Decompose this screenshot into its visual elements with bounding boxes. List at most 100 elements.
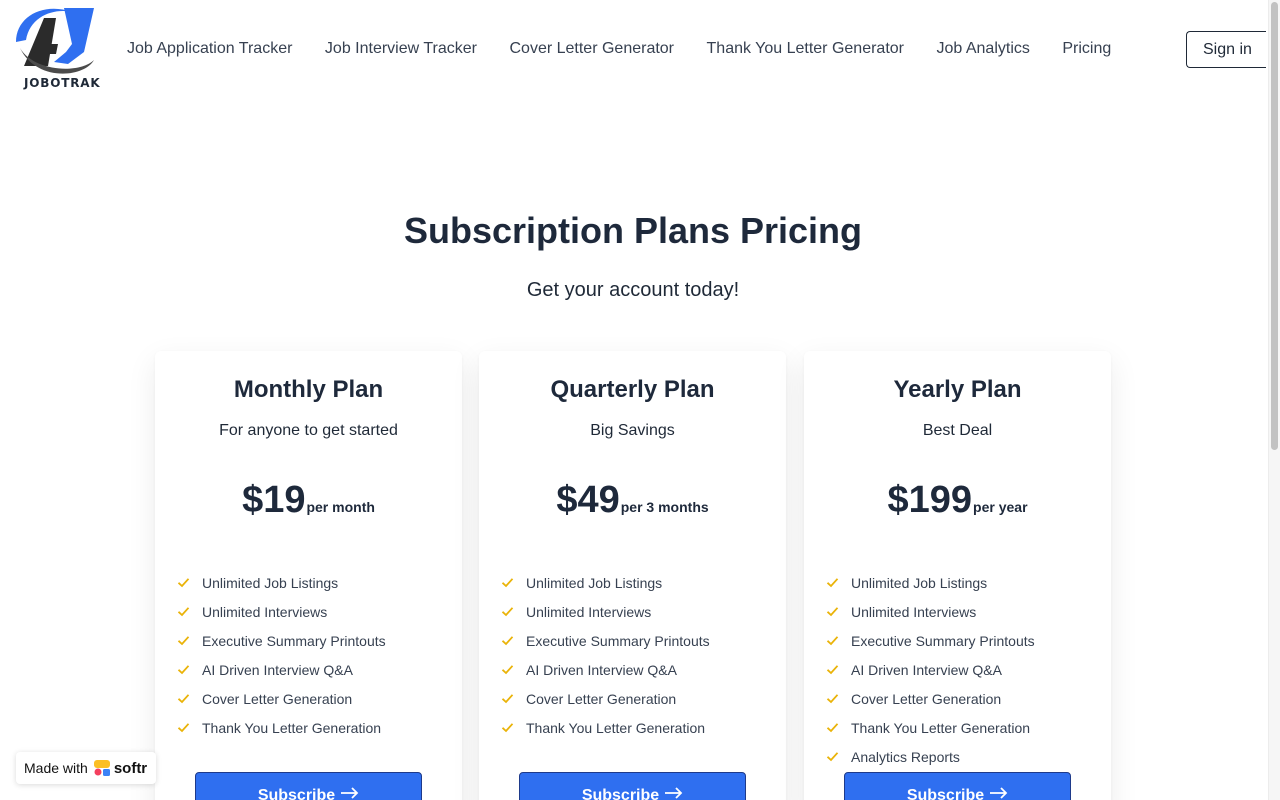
feature-label: Cover Letter Generation [526,690,677,707]
feature-item: Executive Summary Printouts [501,626,710,655]
plan-price: $49per 3 months [479,479,786,522]
subscribe-button-yearly[interactable]: Subscribe [844,772,1071,800]
subscribe-button-monthly[interactable]: Subscribe [195,772,422,800]
feature-label: Thank You Letter Generation [526,719,706,736]
subscribe-button-quarterly[interactable]: Subscribe [519,772,746,800]
check-icon [826,578,839,588]
feature-label: Unlimited Job Listings [851,574,988,591]
feature-label: Cover Letter Generation [851,690,1002,707]
check-icon [177,694,190,704]
feature-label: Unlimited Interviews [526,603,652,620]
check-icon [177,723,190,733]
check-icon [501,723,514,733]
price-period: per 3 months [620,499,709,515]
scrollbar-thumb[interactable] [1271,2,1278,450]
feature-label: AI Driven Interview Q&A [526,661,677,678]
badge-brand: softr [113,759,148,777]
nav-job-interview-tracker[interactable]: Job Interview Tracker [325,38,477,60]
feature-list: Unlimited Job Listings Unlimited Intervi… [501,568,710,742]
feature-item: Unlimited Job Listings [501,568,710,597]
check-icon [826,665,839,675]
page-subtitle: Get your account today! [526,279,740,301]
feature-item: Executive Summary Printouts [826,626,1035,655]
check-icon [826,694,839,704]
check-icon [826,752,839,762]
feature-item: Analytics Reports [826,742,1035,771]
check-icon [177,636,190,646]
price-amount: $199 [887,479,973,521]
check-icon [826,636,839,646]
feature-item: Unlimited Job Listings [177,568,386,597]
feature-item: Executive Summary Printouts [177,626,386,655]
arrow-right-icon [341,787,359,799]
subscribe-label: Subscribe [581,787,660,800]
check-icon [177,578,190,588]
feature-item: Thank You Letter Generation [177,713,386,742]
price-amount: $49 [556,479,620,521]
price-amount: $19 [242,479,306,521]
feature-item: Thank You Letter Generation [501,713,710,742]
feature-label: Cover Letter Generation [202,690,353,707]
plan-title: Monthly Plan [233,376,384,403]
plan-subtitle: For anyone to get started [219,422,398,439]
check-icon [177,607,190,617]
plan-card-quarterly: Quarterly Plan Big Savings $49per 3 mont… [479,351,786,800]
feature-label: Unlimited Interviews [202,603,328,620]
feature-item: Unlimited Interviews [826,597,1035,626]
feature-label: Thank You Letter Generation [202,719,382,736]
page-title: Subscription Plans Pricing [403,210,863,251]
nav-cover-letter-generator[interactable]: Cover Letter Generator [509,38,674,60]
feature-item: Unlimited Interviews [177,597,386,626]
feature-label: Analytics Reports [851,748,960,765]
nav-job-application-tracker[interactable]: Job Application Tracker [127,38,292,60]
check-icon [501,578,514,588]
price-period: per month [306,499,375,515]
sign-in-button[interactable]: Sign in [1186,31,1266,68]
feature-label: Executive Summary Printouts [202,632,386,649]
main-nav: Job Application Tracker Job Interview Tr… [127,38,1144,60]
price-period: per year [973,499,1028,515]
feature-label: Executive Summary Printouts [851,632,1035,649]
page-scrollbar[interactable] [1268,0,1280,800]
nav-thank-you-letter-generator[interactable]: Thank You Letter Generator [707,38,904,60]
feature-item: Cover Letter Generation [501,684,710,713]
badge-made-with: Made with [24,760,88,776]
jobotrak-logo-icon [16,8,94,74]
arrow-right-icon [990,787,1008,799]
feature-label: Thank You Letter Generation [851,719,1031,736]
feature-item: AI Driven Interview Q&A [826,655,1035,684]
nav-job-analytics[interactable]: Job Analytics [936,38,1029,60]
check-icon [501,607,514,617]
arrow-right-icon [665,787,683,799]
subscribe-label: Subscribe [257,787,336,800]
plan-subtitle: Big Savings [590,422,675,439]
feature-list: Unlimited Job Listings Unlimited Intervi… [826,568,1035,771]
feature-item: AI Driven Interview Q&A [501,655,710,684]
check-icon [501,636,514,646]
feature-item: Cover Letter Generation [177,684,386,713]
brand-logo[interactable]: JOBOTRAK [14,4,100,92]
site-header: JOBOTRAK Job Application Tracker Job Int… [0,0,1268,100]
plan-price: $19per month [155,479,462,522]
plan-subtitle: Best Deal [922,422,993,439]
feature-label: Unlimited Job Listings [526,574,663,591]
plan-price: $199per year [804,479,1111,522]
brand-name: JOBOTRAK [24,76,101,90]
plan-card-monthly: Monthly Plan For anyone to get started $… [155,351,462,800]
feature-label: AI Driven Interview Q&A [202,661,353,678]
feature-label: Unlimited Job Listings [202,574,339,591]
check-icon [501,694,514,704]
made-with-softr-badge[interactable]: Made with softr [16,752,156,784]
nav-pricing[interactable]: Pricing [1062,38,1111,60]
feature-item: Cover Letter Generation [826,684,1035,713]
check-icon [177,665,190,675]
feature-item: Unlimited Job Listings [826,568,1035,597]
plan-card-yearly: Yearly Plan Best Deal $199per year Unlim… [804,351,1111,800]
feature-label: Unlimited Interviews [851,603,977,620]
softr-logo-icon [93,760,110,776]
feature-item: Unlimited Interviews [501,597,710,626]
check-icon [501,665,514,675]
subscribe-label: Subscribe [906,787,985,800]
feature-item: Thank You Letter Generation [826,713,1035,742]
plan-title: Yearly Plan [893,376,1022,403]
